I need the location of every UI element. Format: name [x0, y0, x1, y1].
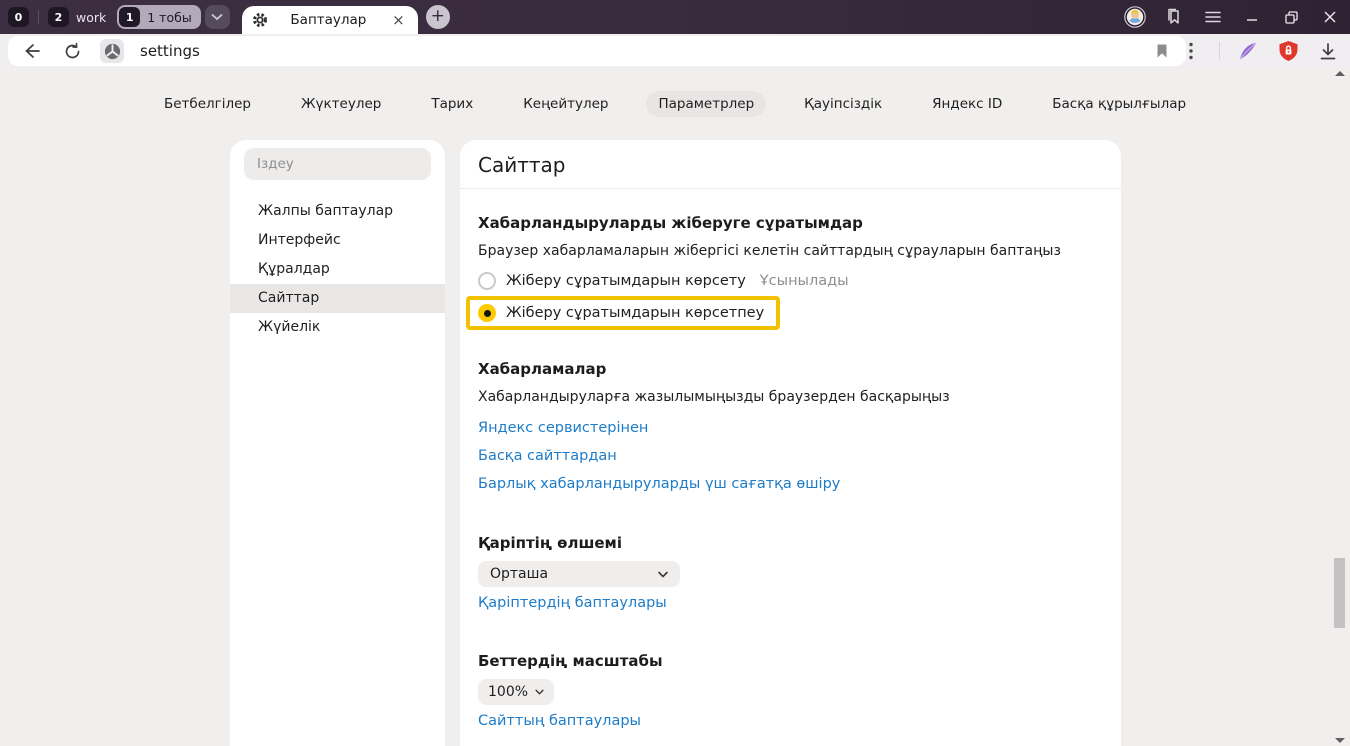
settings-nav: Бетбелгілер Жүктеулер Тарих Кеңейтулер П… — [0, 91, 1350, 117]
page-zoom-select[interactable]: 100% — [478, 679, 554, 705]
bookmarks-panel-icon[interactable] — [1159, 3, 1189, 31]
sidebar-item-tools[interactable]: Құралдар — [230, 255, 445, 284]
sidebar-item-interface[interactable]: Интерфейс — [230, 226, 445, 255]
workspace-badge-work-count[interactable]: 2 — [48, 7, 69, 27]
link-mute-all-notifications[interactable]: Барлық хабарландыруларды үш сағатқа өшір… — [478, 476, 840, 492]
sidebar-list: Жалпы баптаулар Интерфейс Құралдар Сайтт… — [230, 197, 445, 342]
link-site-settings[interactable]: Сайттың баптаулары — [478, 713, 641, 729]
workspace-dropdown-button[interactable] — [205, 5, 230, 29]
font-size-heading: Қаріптің өлшемі — [478, 534, 1101, 552]
profile-avatar[interactable] — [1120, 3, 1150, 31]
font-size-select[interactable]: Орташа — [478, 561, 680, 587]
window-header: 0 2 work 1 1 тобы Баптаулар × + — [0, 0, 1350, 34]
tab-close-icon[interactable]: × — [389, 11, 408, 30]
notification-requests-description: Браузер хабарламаларын жібергісі келетін… — [478, 243, 1101, 260]
search-input[interactable] — [257, 156, 407, 172]
sidebar-item-system[interactable]: Жүйелік — [230, 313, 445, 342]
settings-main-panel: Сайттар Хабарландыруларды жіберуге сұрат… — [460, 140, 1121, 746]
reload-icon[interactable] — [60, 39, 84, 63]
link-font-settings[interactable]: Қаріптердің баптаулары — [478, 595, 667, 611]
window-restore-button[interactable] — [1276, 3, 1306, 31]
nav-tab-settings[interactable]: Параметрлер — [646, 91, 766, 117]
recommended-badge: Ұсынылады — [760, 273, 849, 289]
sidebar-search[interactable] — [244, 148, 431, 180]
downloads-icon[interactable] — [1316, 39, 1340, 63]
window-close-button[interactable] — [1315, 3, 1345, 31]
browser-toolbar: settings — [0, 34, 1350, 68]
scrollbar-thumb[interactable] — [1334, 558, 1345, 628]
chevron-down-icon — [211, 13, 223, 21]
notifications-description: Хабарландыруларға жазылымыңызды браузерд… — [478, 389, 1101, 406]
sidebar-item-sites[interactable]: Сайттар — [230, 284, 445, 313]
nav-tab-bookmarks[interactable]: Бетбелгілер — [152, 91, 263, 117]
settings-sidebar: Жалпы баптаулар Интерфейс Құралдар Сайтт… — [230, 140, 445, 746]
font-size-select-value: Орташа — [490, 566, 548, 582]
nav-tab-other-devices[interactable]: Басқа құрылғылар — [1040, 91, 1198, 117]
workspace-badge-zero[interactable]: 0 — [8, 7, 29, 27]
new-tab-button[interactable]: + — [426, 5, 450, 29]
address-bar[interactable]: settings — [8, 36, 1186, 66]
radio-option-hide-requests[interactable]: Жіберу сұратымдарын көрсетпеу — [478, 304, 764, 322]
nav-tab-extensions[interactable]: Кеңейтулер — [511, 91, 620, 117]
sidebar-item-general[interactable]: Жалпы баптаулар — [230, 197, 445, 226]
page-scrollbar[interactable] — [1333, 68, 1347, 746]
notifications-heading: Хабарламалар — [478, 360, 1101, 378]
radio-option-show-label: Жіберу сұратымдарын көрсету — [506, 273, 746, 289]
link-other-sites[interactable]: Басқа сайттардан — [478, 448, 617, 464]
browser-menu-icon[interactable] — [1198, 3, 1228, 31]
browser-tab-settings[interactable]: Баптаулар × — [242, 6, 418, 34]
page-zoom-select-value: 100% — [488, 684, 528, 700]
scrollbar-up-arrow[interactable] — [1335, 71, 1345, 76]
radio-option-show-requests[interactable]: Жіберу сұратымдарын көрсету Ұсынылады — [478, 272, 1101, 290]
notification-requests-heading: Хабарландыруларды жіберуге сұратымдар — [478, 214, 1101, 232]
scrollbar-down-arrow[interactable] — [1335, 738, 1345, 743]
bookmark-flag-icon[interactable] — [1150, 39, 1174, 63]
gear-icon — [252, 12, 268, 28]
link-yandex-services[interactable]: Яндекс сервистерінен — [478, 420, 648, 436]
workspace-divider — [38, 10, 39, 24]
page-title: Сайттар — [478, 153, 1121, 177]
nav-tab-security[interactable]: Қауіпсіздік — [792, 91, 894, 117]
window-minimize-button[interactable] — [1237, 3, 1267, 31]
back-icon[interactable] — [20, 39, 44, 63]
tutorial-highlight-box: Жіберу сұратымдарын көрсетпеу — [466, 296, 780, 330]
radio-selected-icon[interactable] — [478, 304, 496, 322]
radio-option-hide-label: Жіберу сұратымдарын көрсетпеу — [506, 305, 764, 321]
site-favicon-yandex[interactable] — [100, 39, 124, 63]
nav-tab-yandex-id[interactable]: Яндекс ID — [920, 91, 1014, 117]
workspace-work-label[interactable]: work — [76, 10, 106, 25]
toolbar-divider — [1219, 42, 1220, 60]
tab-title: Баптаулар — [268, 12, 389, 28]
chevron-down-icon — [658, 571, 668, 578]
page-zoom-heading: Беттердің масштабы — [478, 652, 1101, 670]
extension-feather-icon[interactable] — [1236, 39, 1260, 63]
workspace-active-label: 1 тобы — [147, 10, 191, 25]
radio-unselected-icon[interactable] — [478, 272, 496, 290]
toolbar-kebab-menu-icon[interactable] — [1179, 39, 1203, 63]
workspace-active-badge: 1 — [119, 7, 140, 27]
main-header: Сайттар — [460, 140, 1121, 189]
nav-tab-history[interactable]: Тарих — [419, 91, 485, 117]
chevron-down-icon — [535, 689, 544, 695]
adblock-shield-icon[interactable] — [1276, 39, 1300, 63]
url-input[interactable]: settings — [140, 42, 1134, 60]
workspace-active-pill[interactable]: 1 1 тобы — [117, 5, 200, 29]
nav-tab-downloads[interactable]: Жүктеулер — [289, 91, 393, 117]
